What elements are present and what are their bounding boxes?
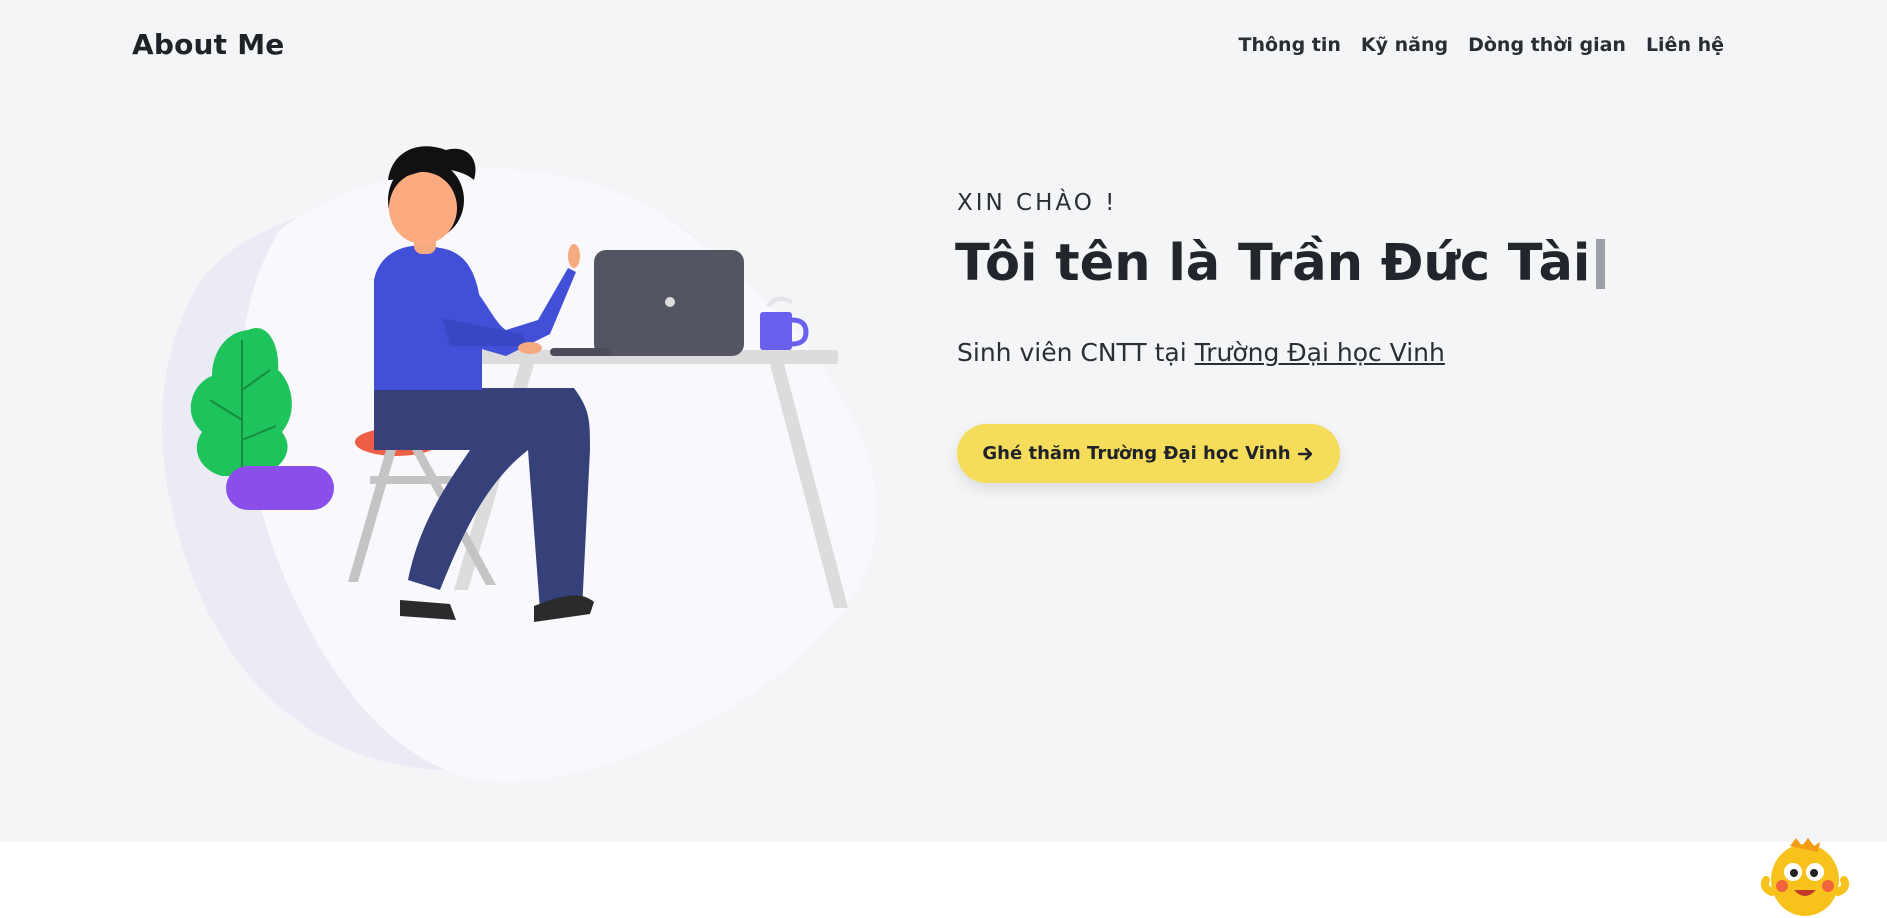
subtitle: Sinh viên CNTT tại Trường Đại học Vinh	[957, 338, 1445, 367]
university-link[interactable]: Trường Đại học Vinh	[1195, 338, 1445, 367]
nav-item-lien-he[interactable]: Liên hệ	[1646, 34, 1724, 56]
arrow-right-icon	[1297, 447, 1312, 460]
greeting-text: XIN CHÀO !	[957, 190, 1118, 216]
visit-university-button[interactable]: Ghé thăm Trường Đại học Vinh	[957, 424, 1340, 483]
mascot-icon[interactable]	[1760, 836, 1850, 918]
headline: Tôi tên là Trần Đức Tài	[955, 234, 1606, 293]
hero-section: About Me Thông tin Kỹ năng Dòng thời gia…	[0, 0, 1887, 842]
brand-logo[interactable]: About Me	[132, 28, 284, 61]
nav-item-dong-thoi-gian[interactable]: Dòng thời gian	[1468, 34, 1626, 56]
visit-university-button-label: Ghé thăm Trường Đại học Vinh	[982, 443, 1291, 464]
nav-item-thong-tin[interactable]: Thông tin	[1239, 34, 1341, 56]
subtitle-prefix: Sinh viên CNTT tại	[957, 338, 1195, 367]
hero-illustration	[161, 146, 878, 783]
main-nav: Thông tin Kỹ năng Dòng thời gian Liên hệ	[1239, 34, 1725, 56]
typing-cursor	[1596, 238, 1606, 289]
lower-section	[0, 842, 1887, 918]
nav-item-ky-nang[interactable]: Kỹ năng	[1361, 34, 1448, 56]
headline-text: Tôi tên là Trần Đức Tài	[955, 234, 1591, 293]
